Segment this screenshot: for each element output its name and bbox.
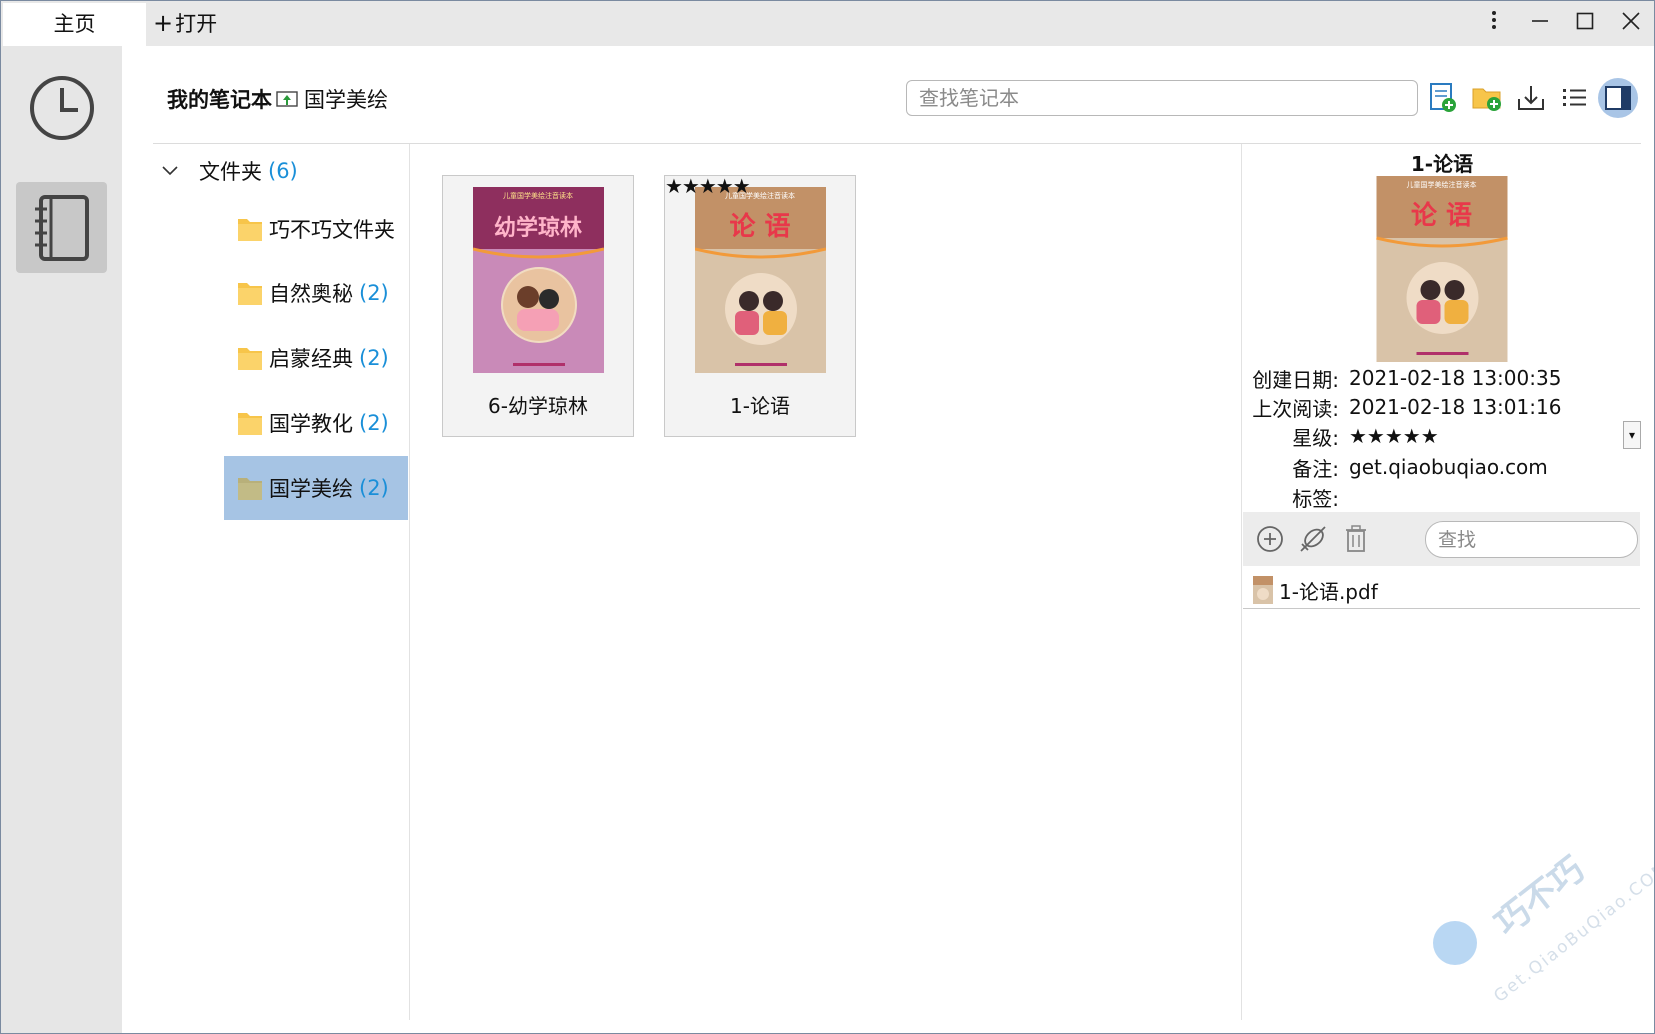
- last-read-row: 上次阅读: 2021-02-18 13:01:16: [1243, 393, 1561, 421]
- list-icon: [1563, 89, 1586, 106]
- details-cover-image: 儿童国学美绘注音读本 论 语: [1376, 176, 1508, 362]
- attachment-divider: [1243, 608, 1640, 609]
- new-notebook-button[interactable]: [1423, 78, 1463, 118]
- attachment-name: 1-论语.pdf: [1279, 579, 1378, 604]
- breadcrumb: 我的笔记本 国学美绘: [167, 81, 388, 117]
- left-rail: [1, 46, 122, 1033]
- notebooks-button[interactable]: [16, 182, 107, 273]
- edit-attachment-button[interactable]: [1296, 522, 1330, 556]
- tree-root-count: (6): [268, 159, 298, 183]
- tab-open-label: 打开: [175, 12, 218, 36]
- note-value[interactable]: get.qiaobuqiao.com: [1349, 455, 1548, 479]
- notebook-card[interactable]: 儿童国学美绘注音读本 幼学琼林 6-幼学琼林: [442, 175, 634, 437]
- attachment-item[interactable]: 1-论语.pdf: [1253, 575, 1378, 605]
- folder-label: 国学教化: [269, 412, 353, 436]
- folder-icon: [238, 283, 262, 305]
- cover-title: 论 语: [1411, 201, 1472, 231]
- created-label: 创建日期:: [1252, 367, 1339, 392]
- cover-banner: 儿童国学美绘注音读本: [1407, 180, 1477, 189]
- header-divider: [153, 143, 1641, 144]
- last-read-value: 2021-02-18 13:01:16: [1349, 395, 1562, 419]
- cover-banner: 儿童国学美绘注音读本: [503, 191, 573, 200]
- tab-home[interactable]: 主页: [3, 3, 146, 46]
- breadcrumb-current: 国学美绘: [304, 88, 388, 112]
- download-icon: [1518, 86, 1544, 110]
- cover-title: 论 语: [729, 212, 790, 242]
- add-circle-icon: [1257, 526, 1283, 552]
- title-bar: 主页 +打开: [1, 1, 1654, 46]
- folder-item[interactable]: 自然奥秘 (2): [224, 261, 408, 325]
- folder-count: (2): [359, 476, 389, 500]
- unlink-icon: [1300, 526, 1326, 552]
- created-value: 2021-02-18 13:00:35: [1349, 366, 1562, 390]
- notebook-card[interactable]: 儿童国学美绘注音读本 论 语 ★★★★★ 1-论语: [664, 175, 856, 437]
- new-folder-icon: [1472, 88, 1501, 111]
- details-divider: [1241, 144, 1242, 1020]
- pdf-file-icon: [1253, 576, 1273, 604]
- folder-item[interactable]: 启蒙经典 (2): [224, 326, 408, 390]
- attachment-search-input[interactable]: [1425, 521, 1638, 558]
- folder-up-icon[interactable]: [276, 89, 298, 109]
- details-title: 1-论语: [1410, 152, 1474, 176]
- folder-label: 自然奥秘: [269, 282, 353, 306]
- notebook-title: 1-论语: [730, 394, 790, 418]
- tree-root-label: 文件夹: [199, 160, 262, 184]
- folder-icon: [238, 413, 262, 435]
- clock-icon: [29, 75, 94, 140]
- tags-row: 标签:: [1243, 483, 1349, 511]
- recent-clock-button[interactable]: [16, 62, 107, 153]
- more-menu-icon[interactable]: [1473, 1, 1515, 46]
- watermark-site: Get.QiaoBuQiao.COM: [1490, 857, 1655, 1006]
- list-view-button[interactable]: [1555, 78, 1595, 118]
- folder-label: 巧不巧文件夹: [269, 218, 395, 242]
- maximize-icon[interactable]: [1564, 1, 1606, 46]
- side-panel-icon: [1605, 86, 1631, 110]
- trash-icon: [1346, 525, 1366, 552]
- new-note-icon: [1430, 83, 1456, 112]
- folder-label: 启蒙经典: [269, 347, 353, 371]
- chevron-down-icon: [162, 166, 178, 176]
- new-folder-button[interactable]: [1467, 78, 1507, 118]
- folder-count: (2): [359, 411, 389, 435]
- folder-label: 国学美绘: [269, 477, 353, 501]
- folder-count: (2): [359, 346, 389, 370]
- note-label: 备注:: [1292, 456, 1339, 481]
- breadcrumb-root[interactable]: 我的笔记本: [167, 84, 272, 114]
- app-window: 主页 +打开 我的笔记本 国学美绘 查找笔记本 文件夹 (6) 巧不巧文件夹 自…: [0, 0, 1655, 1034]
- created-date-row: 创建日期: 2021-02-18 13:00:35: [1243, 364, 1561, 392]
- add-attachment-button[interactable]: [1253, 522, 1287, 556]
- notebook-search-input[interactable]: [906, 80, 1418, 116]
- rating-value[interactable]: ★★★★★: [1349, 424, 1439, 448]
- notebook-icon: [34, 194, 89, 261]
- folder-item[interactable]: 国学教化 (2): [224, 391, 408, 455]
- details-pane-toggle[interactable]: [1598, 78, 1638, 118]
- last-read-label: 上次阅读:: [1252, 396, 1339, 421]
- tab-open[interactable]: +打开: [153, 1, 217, 46]
- folder-icon: [238, 348, 262, 370]
- tree-divider: [409, 144, 410, 1020]
- minimize-icon[interactable]: [1519, 1, 1561, 46]
- watermark-logo: 巧不巧 Get.QiaoBuQiao.COM: [1433, 849, 1655, 1007]
- note-row: 备注: get.qiaobuqiao.com: [1243, 453, 1548, 481]
- folder-item-selected[interactable]: 国学美绘 (2): [224, 456, 408, 520]
- book-cover-image: 儿童国学美绘注音读本 幼学琼林: [473, 187, 604, 373]
- folder-count: (2): [359, 281, 389, 305]
- folder-icon: [238, 219, 262, 241]
- watermark-brand: 巧不巧: [1487, 849, 1592, 943]
- rating-label: 星级:: [1292, 425, 1339, 450]
- folder-icon: [238, 478, 262, 500]
- notebook-title: 6-幼学琼林: [488, 394, 588, 418]
- tags-label: 标签:: [1292, 486, 1339, 511]
- import-button[interactable]: [1511, 78, 1551, 118]
- plus-icon: +: [153, 9, 174, 37]
- folder-item[interactable]: 巧不巧文件夹: [224, 197, 408, 261]
- delete-attachment-button[interactable]: [1339, 522, 1373, 556]
- cover-title: 幼学琼林: [494, 215, 582, 241]
- tree-root[interactable]: 文件夹 (6): [161, 153, 298, 189]
- rating-row: 星级: ★★★★★: [1243, 422, 1439, 450]
- book-cover-image: 儿童国学美绘注音读本 论 语: [695, 187, 826, 373]
- rating-dropdown[interactable]: ▾: [1623, 421, 1641, 449]
- rating-stars: ★★★★★: [665, 174, 751, 198]
- close-icon[interactable]: [1610, 1, 1652, 46]
